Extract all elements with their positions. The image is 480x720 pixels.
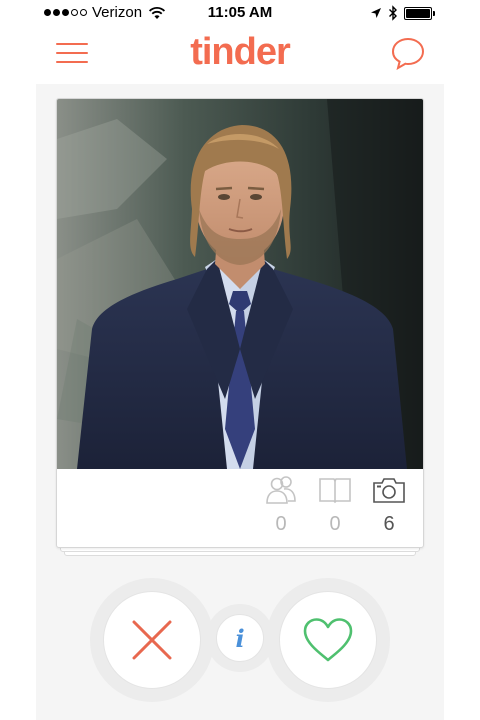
common-interests-stat[interactable]: 0 <box>315 475 355 536</box>
like-button[interactable] <box>279 591 377 689</box>
bluetooth-icon <box>389 5 397 21</box>
common-interests-count: 0 <box>329 513 341 535</box>
nav-bar: tinder <box>0 28 480 80</box>
info-button[interactable]: i <box>216 614 264 662</box>
camera-icon <box>373 478 405 503</box>
heart-icon <box>303 618 353 662</box>
nope-button[interactable] <box>103 591 201 689</box>
battery-icon <box>404 6 435 20</box>
photos-count: 6 <box>383 513 395 535</box>
common-friends-stat[interactable]: 0 <box>261 475 301 536</box>
profile-photo[interactable] <box>57 99 423 469</box>
photos-stat[interactable]: 6 <box>369 475 409 536</box>
tinder-screen: Verizon 11:05 AM tinder 0 0 6 i <box>0 0 480 720</box>
friends-icon <box>266 476 296 504</box>
status-right <box>370 5 435 21</box>
common-friends-count: 0 <box>275 513 287 535</box>
location-arrow-icon <box>371 8 381 18</box>
profile-photo-image <box>57 99 423 469</box>
book-icon <box>319 478 351 504</box>
status-bar: Verizon 11:05 AM <box>0 0 480 26</box>
profile-stats: 0 0 6 <box>57 469 423 547</box>
close-x-icon <box>132 620 172 660</box>
chat-button[interactable] <box>390 36 426 71</box>
profile-card[interactable]: 0 0 6 <box>56 98 424 548</box>
chat-bubble-icon <box>391 37 425 71</box>
